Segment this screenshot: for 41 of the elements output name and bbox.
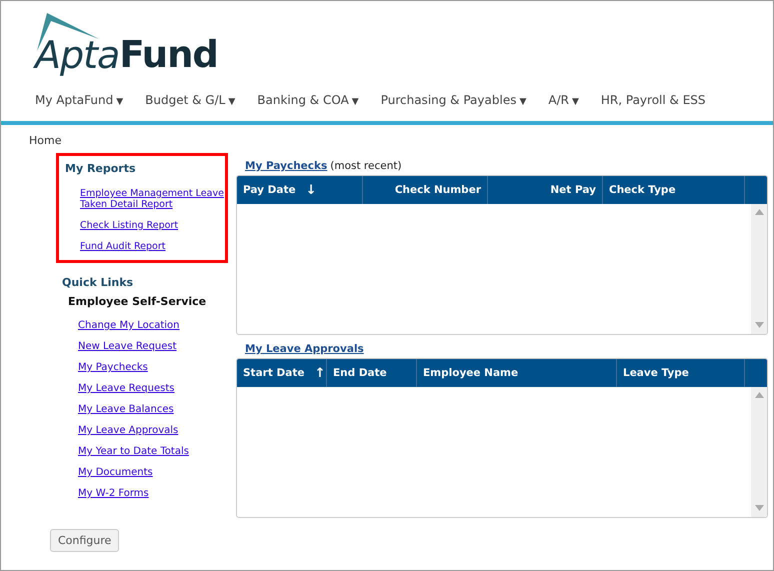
configure-button[interactable]: Configure (50, 529, 120, 552)
quick-link[interactable]: My Paychecks (78, 362, 148, 373)
scrollbar[interactable] (751, 204, 767, 334)
nav-menu[interactable]: My AptaFund ▼ (35, 87, 124, 113)
section-heading: My Reports (65, 162, 136, 175)
scroll-up-icon[interactable] (754, 392, 764, 398)
column-header[interactable]: End Date (327, 359, 417, 387)
nav-menu[interactable]: A/R ▼ (548, 87, 579, 113)
nav-menu[interactable]: Budget & G/L ▼ (145, 87, 236, 113)
report-link[interactable]: Fund Audit Report (80, 241, 166, 252)
quick-link[interactable]: My Leave Balances (78, 404, 174, 415)
panel-title-link[interactable]: My Paychecks (245, 160, 328, 172)
quick-link[interactable]: New Leave Request (78, 341, 177, 352)
nav-menu[interactable]: Banking & COA ▼ (257, 87, 359, 113)
column-header[interactable]: Pay Date ↓ (237, 176, 363, 204)
quick-link[interactable]: My Documents (78, 467, 153, 478)
scroll-down-icon[interactable] (754, 322, 764, 328)
scroll-up-icon[interactable] (754, 209, 764, 215)
scroll-down-icon[interactable] (754, 505, 764, 511)
panel-title-link[interactable]: My Leave Approvals (245, 343, 364, 355)
quick-link[interactable]: My Year to Date Totals (78, 446, 189, 457)
aptafund-logo[interactable]: AptaFund (35, 13, 773, 77)
section-heading: Quick Links (62, 276, 134, 289)
quick-link[interactable]: Change My Location (78, 320, 180, 331)
panel-note: (most recent) (330, 160, 402, 172)
column-header[interactable]: Check Type (603, 176, 745, 204)
column-header[interactable]: Leave Type (617, 359, 745, 387)
group-heading: Employee Self-Service (68, 295, 206, 308)
scrollbar[interactable] (751, 387, 767, 517)
report-link[interactable]: Check Listing Report (80, 220, 178, 231)
column-header[interactable]: Net Pay (488, 176, 603, 204)
column-header[interactable]: Start Date ↑ (237, 359, 327, 387)
quick-link[interactable]: My Leave Approvals (78, 425, 178, 436)
report-link[interactable]: Employee Management Leave Taken Detail Report (80, 188, 225, 210)
breadcrumb[interactable]: Home (29, 134, 62, 147)
column-header[interactable]: Employee Name (417, 359, 617, 387)
quick-link[interactable]: My W-2 Forms (78, 488, 149, 499)
nav-menu[interactable]: HR, Payroll & ESS (600, 87, 706, 113)
quick-link[interactable]: My Leave Requests (78, 383, 174, 394)
nav-menu[interactable]: Purchasing & Payables ▼ (380, 87, 526, 113)
column-header[interactable]: Check Number (363, 176, 488, 204)
